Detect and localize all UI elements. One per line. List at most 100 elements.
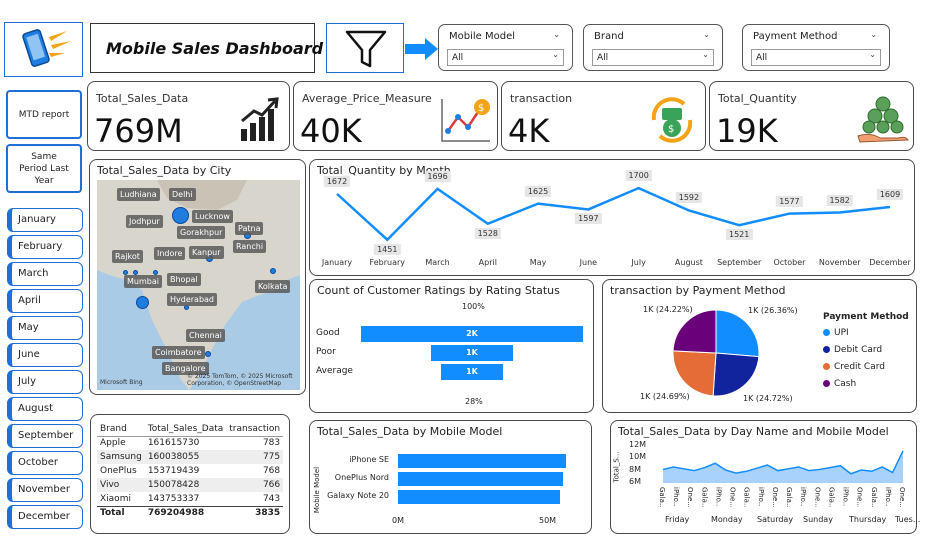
- page-title: Mobile Sales Dashboard: [106, 39, 324, 58]
- same-period-label: Same Period Last Year: [19, 151, 69, 186]
- legend-label: Cash: [834, 379, 857, 389]
- chevron-down-icon[interactable]: ⌄: [703, 30, 710, 39]
- brand-dropdown[interactable]: All ⌄: [592, 49, 714, 66]
- arrow-right-icon: [405, 38, 438, 60]
- city-bubble[interactable]: [270, 268, 276, 274]
- table-cell: Samsung: [100, 452, 142, 462]
- pie-slice-upi[interactable]: [715, 309, 760, 358]
- month-button-june[interactable]: June: [7, 343, 83, 367]
- month-button-december[interactable]: December: [7, 505, 83, 529]
- brand-slicer[interactable]: Brand ⌄ All ⌄: [583, 24, 723, 71]
- kpi-transaction: transaction 4K $: [501, 81, 706, 151]
- brand-slicer-label: Brand: [594, 31, 624, 42]
- payment-title: transaction by Payment Method: [610, 284, 786, 297]
- map-logo: Microsoft Bing: [100, 379, 143, 386]
- x-tick-label: April: [478, 258, 497, 267]
- table-cell: 775: [262, 452, 281, 462]
- kpi-value: 769M: [94, 112, 183, 150]
- coins-hand-icon: [857, 96, 909, 143]
- pie-slice-cash[interactable]: [672, 309, 717, 354]
- data-label: 1672: [323, 175, 351, 187]
- mobile-model-slicer[interactable]: Mobile Model ⌄ All ⌄: [438, 24, 573, 71]
- brand-table: Brand Total_Sales_Data transaction Apple…: [97, 422, 284, 520]
- table-cell: Vivo: [100, 480, 120, 490]
- same-period-last-year-button[interactable]: Same Period Last Year: [6, 144, 82, 193]
- legend-dot: [823, 363, 830, 370]
- month-button-march[interactable]: March: [7, 262, 83, 286]
- map-area[interactable]: Ludhiana Delhi Jodhpur Lucknow Gorakhpur…: [97, 180, 300, 390]
- money-cycle-icon: $: [651, 97, 693, 143]
- x-tick-label: June: [579, 258, 598, 267]
- data-label: 1609: [876, 188, 904, 200]
- city-label: Jodhpur: [126, 215, 163, 228]
- payment-method-dropdown[interactable]: All ⌄: [751, 49, 881, 66]
- month-button-may[interactable]: May: [7, 316, 83, 340]
- legend-label: UPI: [834, 328, 849, 338]
- month-button-august[interactable]: August: [7, 397, 83, 421]
- table-row[interactable]: Samsung 160038055 775: [97, 450, 284, 464]
- x-subcategory-label: One...: [855, 487, 864, 507]
- month-button-april[interactable]: April: [7, 289, 83, 313]
- model-bar[interactable]: [398, 472, 563, 486]
- x-subcategory-label: Gala...: [785, 487, 794, 507]
- quantity-series-line[interactable]: [336, 186, 891, 242]
- table-row[interactable]: OnePlus 153719439 768: [97, 464, 283, 478]
- rating-category-label: Average: [316, 366, 353, 376]
- legend-item: Debit Card: [823, 345, 882, 355]
- city-label: Patna: [235, 222, 264, 235]
- table-cell: 160038055: [147, 452, 200, 462]
- table-header[interactable]: Brand: [97, 422, 145, 436]
- x-tick-label: August: [674, 258, 703, 267]
- table-row[interactable]: Xiaomi 143753337 743: [97, 492, 283, 506]
- x-tick-label: September: [717, 258, 762, 267]
- table-header[interactable]: transaction: [226, 422, 283, 436]
- mobile-model-dropdown[interactable]: All ⌄: [447, 49, 564, 66]
- model-bar[interactable]: [398, 490, 560, 504]
- pie-label: 1K (26.36%): [748, 306, 798, 315]
- table-header[interactable]: Total_Sales_Data: [145, 422, 226, 436]
- pie-slice-debit-card[interactable]: [712, 352, 760, 397]
- x-tick-label: July: [631, 258, 646, 267]
- table-cell: 143753337: [147, 493, 200, 504]
- x-tick-label: May: [529, 258, 547, 267]
- data-label: 1696: [424, 170, 451, 182]
- mobile-model-value: All: [452, 53, 464, 63]
- city-bubble[interactable]: [136, 296, 149, 309]
- month-button-july[interactable]: July: [7, 370, 83, 394]
- svg-text:$: $: [478, 103, 484, 114]
- kpi-label: Total_Quantity: [718, 92, 797, 105]
- filter-icon-box[interactable]: [326, 23, 404, 73]
- month-button-october[interactable]: October: [7, 451, 83, 475]
- table-row[interactable]: Apple 161615730 783: [97, 436, 283, 450]
- month-button-january[interactable]: January: [7, 208, 83, 232]
- pie-label: 1K (24.72%): [743, 394, 793, 403]
- city-bubble[interactable]: [205, 351, 211, 357]
- month-button-february[interactable]: February: [7, 235, 83, 259]
- month-button-september[interactable]: September: [7, 424, 83, 448]
- x-subcategory-label: iPho...: [672, 487, 681, 507]
- chevron-down-icon[interactable]: ⌄: [870, 30, 877, 39]
- ratings-card: Count of Customer Ratings by Rating Stat…: [309, 279, 594, 413]
- payment-method-slicer[interactable]: Payment Method ⌄ All ⌄: [742, 24, 890, 71]
- month-button-november[interactable]: November: [7, 478, 83, 502]
- x-subcategory-label: iPho...: [756, 487, 765, 507]
- chevron-down-icon[interactable]: ⌄: [553, 30, 560, 39]
- day-sales-area[interactable]: [663, 450, 903, 483]
- mtd-report-button[interactable]: MTD report: [6, 90, 82, 139]
- model-bar[interactable]: [398, 454, 566, 468]
- model-axis-title: Mobile Model: [313, 466, 322, 514]
- title-box: Mobile Sales Dashboard: [90, 23, 323, 73]
- city-bubble[interactable]: [172, 207, 189, 224]
- table-cell: 150078428: [147, 480, 200, 490]
- kpi-value: 4K: [508, 112, 550, 150]
- pie-slice-credit-card[interactable]: [672, 350, 717, 397]
- city-label: Ludhiana: [117, 188, 160, 201]
- quantity-by-month-card: Total_Quantity by Month 1672 January 1451 F…: [309, 159, 915, 276]
- total-label: Total: [100, 508, 125, 519]
- table-cell: Apple: [100, 438, 126, 449]
- table-row[interactable]: Vivo 150078428 766: [97, 478, 284, 492]
- city-map-card: Total_Sales_Data by City Ludhiana Delhi …: [89, 159, 306, 395]
- x-subcategory-label: Gala...: [658, 487, 666, 507]
- x-day-label: Monday: [711, 515, 743, 524]
- x-tick-label: December: [869, 258, 911, 267]
